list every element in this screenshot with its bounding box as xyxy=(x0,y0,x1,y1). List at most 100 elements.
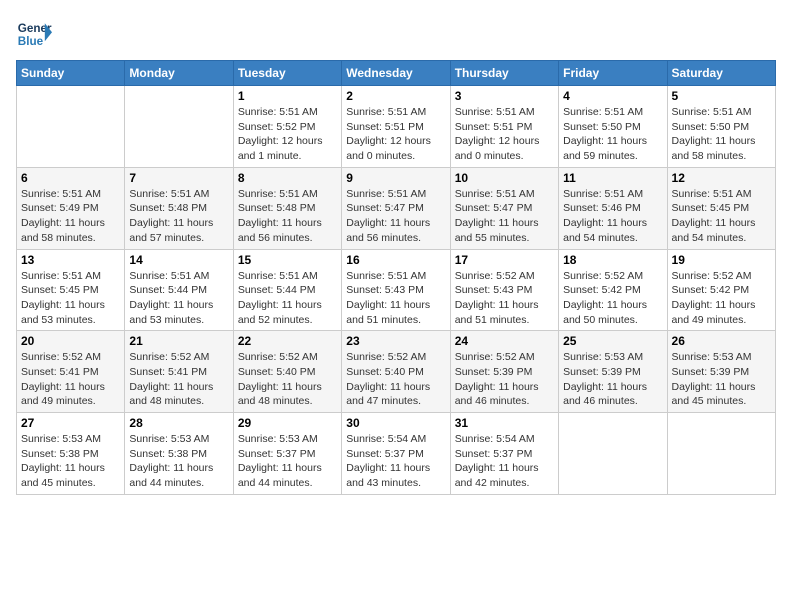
day-info: Sunrise: 5:51 AM Sunset: 5:47 PM Dayligh… xyxy=(346,187,445,246)
calendar-week-row: 13 Sunrise: 5:51 AM Sunset: 5:45 PM Dayli… xyxy=(17,249,776,331)
logo: General Blue xyxy=(16,16,52,52)
calendar-cell: 16Sunrise: 5:51 AM Sunset: 5:43 PM Dayli… xyxy=(342,249,450,331)
day-number: 2 xyxy=(346,89,445,103)
day-info: Sunrise: 5:52 AM Sunset: 5:40 PM Dayligh… xyxy=(238,350,337,409)
day-info: Sunrise: 5:52 AM Sunset: 5:42 PM Dayligh… xyxy=(563,269,662,328)
day-info: Sunrise: 5:54 AM Sunset: 5:37 PM Dayligh… xyxy=(455,432,554,491)
day-number: 10 xyxy=(455,171,554,185)
calendar-cell: 9 Sunrise: 5:51 AM Sunset: 5:47 PM Daylig… xyxy=(342,167,450,249)
day-info: Sunrise: 5:51 AM Sunset: 5:44 PM Dayligh… xyxy=(238,269,337,328)
day-info: Sunrise: 5:54 AM Sunset: 5:37 PM Dayligh… xyxy=(346,432,445,491)
day-info: Sunrise: 5:53 AM Sunset: 5:37 PM Dayligh… xyxy=(238,432,337,491)
calendar-cell xyxy=(125,86,233,168)
day-number: 7 xyxy=(129,171,228,185)
calendar-cell: 19 Sunrise: 5:52 AM Sunset: 5:42 PM Dayli… xyxy=(667,249,775,331)
calendar-cell: 7 Sunrise: 5:51 AM Sunset: 5:48 PM Daylig… xyxy=(125,167,233,249)
calendar-cell: 3 Sunrise: 5:51 AM Sunset: 5:51 PM Daylig… xyxy=(450,86,558,168)
svg-text:Blue: Blue xyxy=(18,35,44,48)
logo-icon: General Blue xyxy=(16,16,52,52)
day-number: 5 xyxy=(672,89,771,103)
day-number: 14 xyxy=(129,253,228,267)
day-header-thursday: Thursday xyxy=(450,61,558,86)
day-number: 21 xyxy=(129,334,228,348)
day-info: Sunrise: 5:51 AM Sunset: 5:45 PM Dayligh… xyxy=(21,269,120,328)
day-info: Sunrise: 5:52 AM Sunset: 5:40 PM Dayligh… xyxy=(346,350,445,409)
calendar-cell: 23 Sunrise: 5:52 AM Sunset: 5:40 PM Dayli… xyxy=(342,331,450,413)
calendar-cell: 27Sunrise: 5:53 AM Sunset: 5:38 PM Dayli… xyxy=(17,413,125,495)
calendar-cell xyxy=(559,413,667,495)
calendar-cell: 15 Sunrise: 5:51 AM Sunset: 5:44 PM Dayli… xyxy=(233,249,341,331)
day-info: Sunrise: 5:52 AM Sunset: 5:41 PM Dayligh… xyxy=(21,350,120,409)
calendar-cell xyxy=(667,413,775,495)
day-info: Sunrise: 5:51 AM Sunset: 5:52 PM Dayligh… xyxy=(238,105,337,164)
day-number: 3 xyxy=(455,89,554,103)
calendar-cell: 10 Sunrise: 5:51 AM Sunset: 5:47 PM Dayli… xyxy=(450,167,558,249)
day-number: 22 xyxy=(238,334,337,348)
day-header-saturday: Saturday xyxy=(667,61,775,86)
day-number: 4 xyxy=(563,89,662,103)
day-info: Sunrise: 5:52 AM Sunset: 5:41 PM Dayligh… xyxy=(129,350,228,409)
calendar-cell: 11 Sunrise: 5:51 AM Sunset: 5:46 PM Dayli… xyxy=(559,167,667,249)
calendar-cell: 26 Sunrise: 5:53 AM Sunset: 5:39 PM Dayli… xyxy=(667,331,775,413)
calendar-cell: 14 Sunrise: 5:51 AM Sunset: 5:44 PM Dayli… xyxy=(125,249,233,331)
day-number: 1 xyxy=(238,89,337,103)
calendar-cell: 20 Sunrise: 5:52 AM Sunset: 5:41 PM Dayli… xyxy=(17,331,125,413)
day-info: Sunrise: 5:51 AM Sunset: 5:51 PM Dayligh… xyxy=(455,105,554,164)
day-number: 27 xyxy=(21,416,120,430)
day-info: Sunrise: 5:51 AM Sunset: 5:44 PM Dayligh… xyxy=(129,269,228,328)
day-number: 23 xyxy=(346,334,445,348)
day-info: Sunrise: 5:52 AM Sunset: 5:42 PM Dayligh… xyxy=(672,269,771,328)
calendar-week-row: 6 Sunrise: 5:51 AM Sunset: 5:49 PM Daylig… xyxy=(17,167,776,249)
calendar-week-row: 20 Sunrise: 5:52 AM Sunset: 5:41 PM Dayli… xyxy=(17,331,776,413)
calendar-cell: 17Sunrise: 5:52 AM Sunset: 5:43 PM Dayli… xyxy=(450,249,558,331)
day-number: 13 xyxy=(21,253,120,267)
calendar-cell: 12 Sunrise: 5:51 AM Sunset: 5:45 PM Dayli… xyxy=(667,167,775,249)
day-number: 24 xyxy=(455,334,554,348)
calendar-week-row: 1 Sunrise: 5:51 AM Sunset: 5:52 PM Daylig… xyxy=(17,86,776,168)
calendar-cell: 21 Sunrise: 5:52 AM Sunset: 5:41 PM Dayli… xyxy=(125,331,233,413)
day-number: 29 xyxy=(238,416,337,430)
day-header-wednesday: Wednesday xyxy=(342,61,450,86)
day-number: 26 xyxy=(672,334,771,348)
calendar-week-row: 27 Sunrise: 5:53 AM Sunset: 5:38 PM Dayli… xyxy=(17,413,776,495)
day-number: 6 xyxy=(21,171,120,185)
calendar-cell: 18Sunrise: 5:52 AM Sunset: 5:42 PM Dayli… xyxy=(559,249,667,331)
page-header: General Blue xyxy=(16,16,776,52)
day-header-monday: Monday xyxy=(125,61,233,86)
day-info: Sunrise: 5:51 AM Sunset: 5:46 PM Dayligh… xyxy=(563,187,662,246)
day-info: Sunrise: 5:52 AM Sunset: 5:43 PM Dayligh… xyxy=(455,269,554,328)
day-number: 20 xyxy=(21,334,120,348)
day-info: Sunrise: 5:51 AM Sunset: 5:45 PM Dayligh… xyxy=(672,187,771,246)
day-info: Sunrise: 5:51 AM Sunset: 5:47 PM Dayligh… xyxy=(455,187,554,246)
day-number: 15 xyxy=(238,253,337,267)
day-info: Sunrise: 5:51 AM Sunset: 5:50 PM Dayligh… xyxy=(672,105,771,164)
day-number: 30 xyxy=(346,416,445,430)
day-info: Sunrise: 5:53 AM Sunset: 5:39 PM Dayligh… xyxy=(563,350,662,409)
calendar-cell: 2 Sunrise: 5:51 AM Sunset: 5:51 PM Daylig… xyxy=(342,86,450,168)
calendar-cell: 30 Sunrise: 5:54 AM Sunset: 5:37 PM Dayli… xyxy=(342,413,450,495)
calendar-table: SundayMondayTuesdayWednesdayThursdayFrid… xyxy=(16,60,776,495)
day-number: 25 xyxy=(563,334,662,348)
day-header-tuesday: Tuesday xyxy=(233,61,341,86)
day-info: Sunrise: 5:53 AM Sunset: 5:38 PM Dayligh… xyxy=(129,432,228,491)
calendar-cell: 25 Sunrise: 5:53 AM Sunset: 5:39 PM Dayli… xyxy=(559,331,667,413)
day-number: 19 xyxy=(672,253,771,267)
day-info: Sunrise: 5:52 AM Sunset: 5:39 PM Dayligh… xyxy=(455,350,554,409)
day-info: Sunrise: 5:51 AM Sunset: 5:48 PM Dayligh… xyxy=(129,187,228,246)
day-number: 16 xyxy=(346,253,445,267)
calendar-cell: 13 Sunrise: 5:51 AM Sunset: 5:45 PM Dayli… xyxy=(17,249,125,331)
calendar-cell: 29 Sunrise: 5:53 AM Sunset: 5:37 PM Dayli… xyxy=(233,413,341,495)
day-info: Sunrise: 5:51 AM Sunset: 5:51 PM Dayligh… xyxy=(346,105,445,164)
calendar-cell: 4Sunrise: 5:51 AM Sunset: 5:50 PM Daylig… xyxy=(559,86,667,168)
calendar-header-row: SundayMondayTuesdayWednesdayThursdayFrid… xyxy=(17,61,776,86)
day-number: 12 xyxy=(672,171,771,185)
day-info: Sunrise: 5:51 AM Sunset: 5:49 PM Dayligh… xyxy=(21,187,120,246)
day-number: 31 xyxy=(455,416,554,430)
day-info: Sunrise: 5:51 AM Sunset: 5:48 PM Dayligh… xyxy=(238,187,337,246)
day-info: Sunrise: 5:53 AM Sunset: 5:39 PM Dayligh… xyxy=(672,350,771,409)
calendar-cell: 31 Sunrise: 5:54 AM Sunset: 5:37 PM Dayli… xyxy=(450,413,558,495)
day-number: 11 xyxy=(563,171,662,185)
calendar-cell: 22 Sunrise: 5:52 AM Sunset: 5:40 PM Dayli… xyxy=(233,331,341,413)
day-number: 9 xyxy=(346,171,445,185)
calendar-cell: 28Sunrise: 5:53 AM Sunset: 5:38 PM Dayli… xyxy=(125,413,233,495)
